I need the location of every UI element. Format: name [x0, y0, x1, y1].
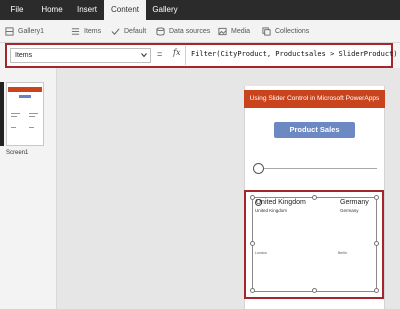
thumbnail-text-line: [11, 127, 16, 128]
checkmark-icon: [111, 28, 120, 35]
ribbon-items-label: Items: [84, 28, 102, 35]
slider-track[interactable]: [260, 168, 377, 169]
ribbon-media[interactable]: Media: [218, 25, 250, 38]
resize-handle[interactable]: [374, 288, 379, 293]
resize-handle[interactable]: [250, 288, 255, 293]
ribbon-items[interactable]: Items: [71, 25, 101, 38]
ribbon-gallery1[interactable]: Gallery1: [5, 25, 44, 38]
resize-handle[interactable]: [374, 241, 379, 246]
formula-input[interactable]: Filter(CityProduct, Productsales > Slide…: [191, 50, 398, 58]
ribbon-collections[interactable]: Collections: [262, 25, 309, 38]
resize-handle[interactable]: [250, 241, 255, 246]
thumbnail-text-line: [11, 116, 17, 117]
ribbon-data-sources-label: Data sources: [169, 28, 211, 35]
resize-handle[interactable]: [312, 195, 317, 200]
gallery-item-subtitle: United Kingdom: [255, 208, 288, 213]
tab-file[interactable]: File: [0, 0, 34, 20]
thumbnail-header: [8, 87, 42, 92]
gallery-item-subtitle: Germany: [340, 208, 359, 213]
menu-bar: File Home Insert Content Gallery: [0, 0, 400, 20]
thumbnail-text-line: [29, 127, 34, 128]
ribbon-default[interactable]: Default: [111, 25, 146, 38]
ribbon-collections-label: Collections: [275, 28, 310, 35]
thumbnail-text-line: [29, 116, 35, 117]
formula-divider: [185, 46, 186, 65]
gallery-item-detail: London: [255, 251, 267, 255]
thumbnail-text-line: [29, 113, 38, 114]
ribbon-default-label: Default: [124, 28, 147, 35]
equals-sign: =: [157, 49, 163, 59]
ribbon-gallery1-label: Gallery1: [18, 28, 45, 35]
slider-handle[interactable]: [253, 163, 264, 174]
ribbon: Gallery1 Items Default Data sources Medi…: [0, 20, 400, 43]
ribbon-media-label: Media: [231, 28, 251, 35]
gallery-item-title[interactable]: Germany: [340, 199, 369, 206]
fx-icon[interactable]: fx: [173, 48, 180, 57]
formula-bar: Items = fx Filter(CityProduct, Productsa…: [5, 43, 398, 68]
tab-home[interactable]: Home: [34, 0, 70, 20]
product-sales-button[interactable]: Product Sales: [274, 122, 355, 138]
screen-selection-indicator: [0, 82, 4, 146]
resize-handle[interactable]: [250, 195, 255, 200]
database-icon: [156, 27, 165, 36]
gallery-icon: [5, 27, 14, 36]
collections-icon: [262, 27, 271, 36]
property-dropdown-value: Items: [15, 52, 33, 59]
screen1-thumbnail[interactable]: [6, 82, 44, 146]
screen1-label: Screen1: [6, 150, 29, 156]
gallery-item-detail: Berlin: [338, 251, 347, 255]
resize-handle[interactable]: [374, 195, 379, 200]
tab-insert[interactable]: Insert: [70, 0, 104, 20]
image-icon: [218, 27, 227, 36]
resize-handle[interactable]: [312, 288, 317, 293]
gallery-item-title[interactable]: United Kingdom: [256, 199, 306, 206]
thumbnail-text-line: [11, 113, 20, 114]
chevron-down-icon: [141, 53, 147, 58]
property-dropdown[interactable]: Items: [10, 48, 151, 63]
thumbnail-button: [19, 95, 31, 98]
tab-content[interactable]: Content: [104, 0, 146, 20]
items-list-icon: [71, 28, 80, 35]
app-header: Using Slider Control in Microsoft PowerA…: [244, 90, 385, 108]
ribbon-data-sources[interactable]: Data sources: [156, 25, 210, 38]
app-header-title: Using Slider Control in Microsoft PowerA…: [249, 95, 380, 102]
tab-gallery[interactable]: Gallery: [146, 0, 184, 20]
